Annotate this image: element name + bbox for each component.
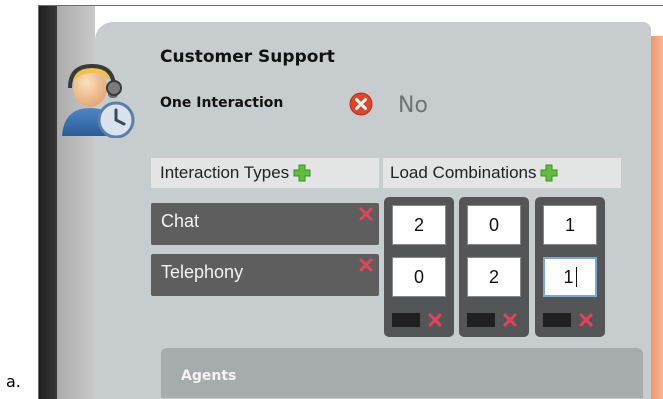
remove-interaction-type-icon[interactable] [359,207,373,221]
interaction-type-label: Chat [161,211,200,231]
telephony-load-input[interactable]: 2 [467,257,521,297]
telephony-load-input-focused[interactable]: 1 [543,257,597,297]
telephony-load-input[interactable]: 0 [392,257,446,297]
interaction-type-row[interactable]: Chat [151,203,379,245]
agents-section[interactable]: Agents [161,348,643,398]
load-combination-column: 2 0 [384,197,454,337]
panel-title: Customer Support [160,47,335,67]
interaction-type-label: Telephony [161,262,244,282]
add-load-combination-icon[interactable] [540,164,558,182]
column-handle[interactable] [543,313,571,327]
load-combinations-heading: Load Combinations [390,163,537,182]
chat-load-input[interactable]: 0 [467,205,521,245]
figure-caption: a. [6,372,21,391]
add-interaction-type-icon[interactable] [293,164,311,182]
column-handle[interactable] [467,313,495,327]
chat-load-input[interactable]: 1 [543,205,597,245]
remove-combination-icon[interactable] [503,313,517,327]
chat-load-input[interactable]: 2 [392,205,446,245]
interaction-type-row[interactable]: Telephony [151,254,379,296]
agents-heading: Agents [181,368,237,384]
load-combinations-header: Load Combinations [383,158,621,188]
remove-interaction-type-icon[interactable] [359,258,373,272]
left-rail [39,6,57,399]
remove-combination-icon[interactable] [428,313,442,327]
accent-edge [651,36,663,399]
agent-headset-clock-icon [62,63,135,138]
telephony-load-value: 1 [563,266,574,287]
interaction-types-header: Interaction Types [151,158,379,188]
no-toggle-icon[interactable] [349,92,373,116]
load-combination-column: 0 2 [459,197,529,337]
remove-combination-icon[interactable] [579,313,593,327]
load-combination-column: 1 1 [535,197,605,337]
interaction-types-heading: Interaction Types [160,163,290,182]
one-interaction-label: One Interaction [160,95,284,111]
one-interaction-value: No [398,93,428,118]
column-handle[interactable] [392,313,420,327]
text-caret [575,267,577,287]
